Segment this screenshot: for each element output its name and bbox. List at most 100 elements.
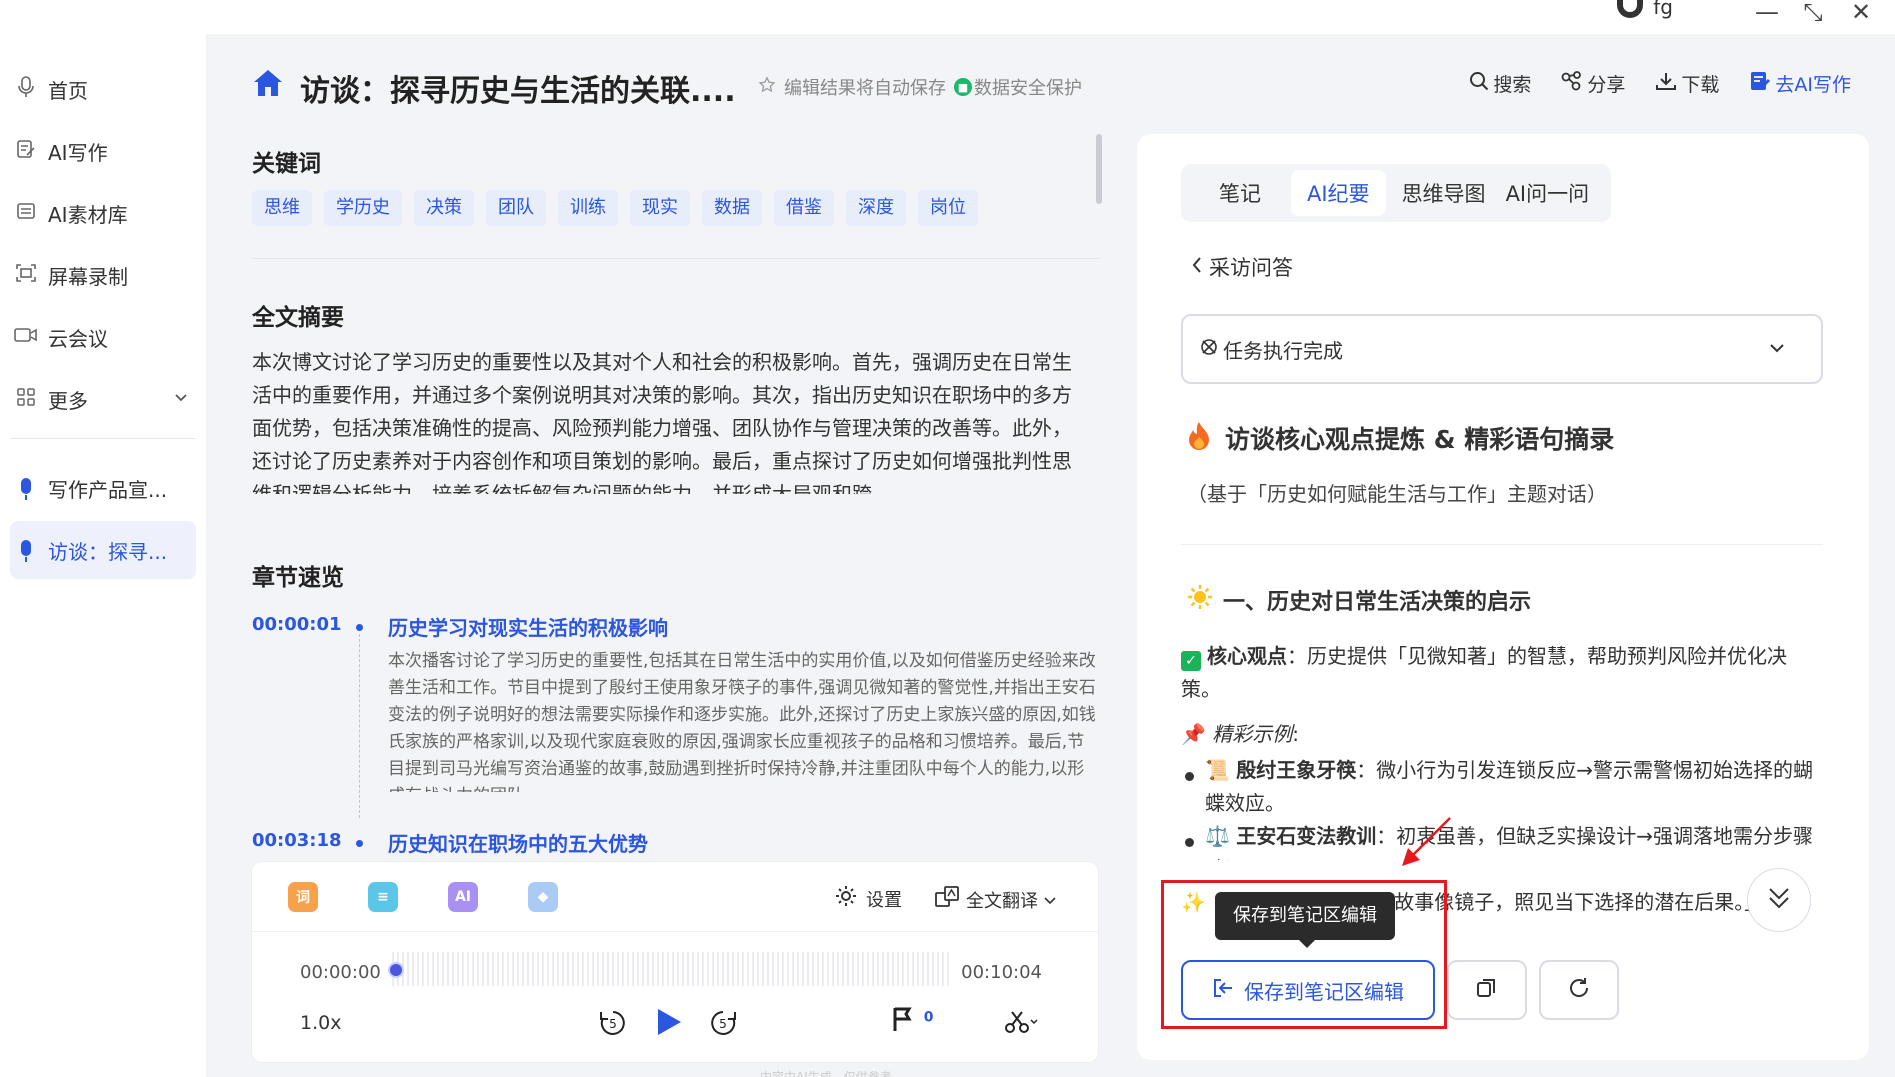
sidebar-item-label: 更多 <box>48 388 88 413</box>
mic-icon <box>14 477 38 500</box>
rewind-seconds: 5 <box>609 1017 617 1031</box>
ai-tool-icon[interactable]: AI <box>448 882 478 912</box>
download-icon <box>1655 71 1677 96</box>
keyword-tag[interactable]: 训练 <box>558 190 618 226</box>
progress-knob[interactable] <box>388 962 404 978</box>
search-label: 搜索 <box>1493 74 1532 96</box>
settings-button[interactable]: 设置 <box>834 884 902 913</box>
share-label: 分享 <box>1587 74 1626 96</box>
copy-button[interactable] <box>1447 960 1527 1020</box>
keyword-tag[interactable]: 现实 <box>630 190 690 226</box>
forward-5-button[interactable]: 5 <box>708 1008 738 1042</box>
mic-outline-icon <box>14 75 38 103</box>
footer-note: 内容由AI生成，仅供参考 <box>760 1070 892 1077</box>
sidebar-item-label: 写作产品宣... <box>48 477 168 502</box>
outline-tool-icon[interactable]: ≡ <box>368 882 398 912</box>
lock-icon: ■ <box>954 78 972 96</box>
search-button[interactable]: 搜索 <box>1469 70 1531 97</box>
tab-ai-qa[interactable]: AI问一问 <box>1502 170 1606 216</box>
example-item: 📜 殷纣王象牙筷：微小行为引发连锁反应→警示需警惕初始选择的蝴蝶效应。 <box>1205 754 1821 820</box>
scroll-icon: 📜 <box>1205 758 1230 782</box>
scrollbar-thumb[interactable] <box>1096 134 1102 204</box>
sidebar-item-label: 屏幕录制 <box>48 264 128 289</box>
chapter-title[interactable]: 历史学习对现实生活的积极影响 <box>388 612 668 641</box>
clip-button[interactable] <box>1004 1010 1040 1040</box>
sidebar-recent-item[interactable]: 写作产品宣... <box>10 459 196 517</box>
gear-icon <box>834 884 858 913</box>
sidebar-recent-item-active[interactable]: 访谈：探寻... <box>10 521 196 579</box>
secure-badge: ■ 数据安全保护 <box>954 74 1082 100</box>
panel-tabs: 笔记 AI纪要 思维导图 AI问一问 <box>1181 164 1612 222</box>
sidebar-item-home[interactable]: 首页 <box>10 60 196 118</box>
header-actions: 搜索 分享 下载 去AI写作 <box>1469 70 1851 97</box>
keyword-tag[interactable]: 岗位 <box>918 190 978 226</box>
divider <box>1181 544 1823 545</box>
regenerate-button[interactable] <box>1539 960 1619 1020</box>
task-status-select[interactable]: 任务执行完成 <box>1181 314 1823 384</box>
ai-write-button[interactable]: 去AI写作 <box>1749 70 1851 97</box>
chapter-title[interactable]: 历史知识在职场中的五大优势 <box>388 828 648 857</box>
flag-icon <box>892 1006 924 1039</box>
chapter-timestamp[interactable]: 00:03:18 <box>252 830 342 851</box>
autosave-text: 编辑结果将自动保存 <box>784 78 946 99</box>
keyword-tag[interactable]: 借鉴 <box>774 190 834 226</box>
sidebar-item-cloud-meeting[interactable]: 云会议 <box>10 308 196 366</box>
current-time: 00:00:00 <box>300 962 381 983</box>
waveform-track[interactable] <box>392 952 952 986</box>
minimize-button[interactable]: — <box>1747 0 1787 26</box>
sidebar-item-screen-record[interactable]: 屏幕录制 <box>10 246 196 304</box>
flag-marker-button[interactable]: 0 <box>892 1006 934 1039</box>
chapter-timestamp[interactable]: 00:00:01 <box>252 614 342 635</box>
chapter-body: 本次播客讨论了学习历史的重要性,包括其在日常生活中的实用价值,以及如何借鉴历史经… <box>388 651 1096 792</box>
minimize-icon: — <box>1755 0 1779 26</box>
scroll-down-button[interactable] <box>1747 868 1811 932</box>
sidebar-item-ai-library[interactable]: AI素材库 <box>10 184 196 242</box>
fire-icon <box>1187 420 1211 456</box>
highlight-box <box>1161 880 1447 1029</box>
scale-icon: ⚖️ <box>1205 824 1230 848</box>
keywords-title: 关键词 <box>252 151 321 177</box>
back-label: 采访问答 <box>1209 256 1293 280</box>
secure-text: 数据安全保护 <box>974 78 1082 99</box>
avatar[interactable] <box>1617 0 1644 18</box>
example-label: 精彩示例 <box>1212 722 1293 746</box>
back-button[interactable]: 采访问答 <box>1191 252 1293 282</box>
keyword-tag[interactable]: 数据 <box>702 190 762 226</box>
summary-title: 全文摘要 <box>252 305 344 331</box>
chevron-down-icon <box>1769 338 1785 357</box>
rewind-5-button[interactable]: 5 <box>598 1008 628 1042</box>
download-button[interactable]: 下载 <box>1655 70 1719 97</box>
keyword-tag[interactable]: 团队 <box>486 190 546 226</box>
flag-count: 0 <box>923 1009 934 1026</box>
sidebar-item-more[interactable]: 更多 <box>10 370 196 428</box>
keyword-tag[interactable]: 深度 <box>846 190 906 226</box>
playback-speed[interactable]: 1.0x <box>300 1012 341 1034</box>
bullet-dot <box>1185 772 1194 781</box>
copy-icon <box>1475 976 1499 1004</box>
restore-button[interactable]: ⤡ <box>1793 0 1833 26</box>
cloud-tool-icon[interactable]: ◆ <box>528 882 558 912</box>
timeline-line <box>359 634 360 818</box>
sun-icon <box>1187 584 1213 616</box>
tab-notes[interactable]: 笔记 <box>1187 170 1291 216</box>
keyword-tag[interactable]: 学历史 <box>324 190 402 226</box>
player-toolbar: 词 ≡ AI ◆ 设置 全文翻译 <box>252 862 1098 932</box>
tab-ai-summary[interactable]: AI纪要 <box>1291 170 1386 216</box>
translate-button[interactable]: 全文翻译 <box>934 884 1056 915</box>
share-button[interactable]: 分享 <box>1561 70 1625 97</box>
close-icon: ✕ <box>1850 0 1872 26</box>
sidebar-item-label: 首页 <box>48 78 88 103</box>
keyword-tag[interactable]: 决策 <box>414 190 474 226</box>
home-icon[interactable] <box>252 68 284 98</box>
tab-mindmap[interactable]: 思维导图 <box>1386 170 1502 216</box>
play-button[interactable] <box>654 1006 684 1042</box>
sidebar-item-ai-writing[interactable]: AI写作 <box>10 122 196 180</box>
star-icon[interactable] <box>758 75 776 99</box>
user-profile[interactable]: fg <box>1617 0 1673 18</box>
keyword-tag[interactable]: 思维 <box>252 190 312 226</box>
screen-record-icon <box>14 263 38 288</box>
pin-icon: 📌 <box>1181 722 1206 746</box>
word-tool-icon[interactable]: 词 <box>288 882 318 912</box>
grid-icon <box>14 387 38 412</box>
close-button[interactable]: ✕ <box>1841 0 1881 26</box>
